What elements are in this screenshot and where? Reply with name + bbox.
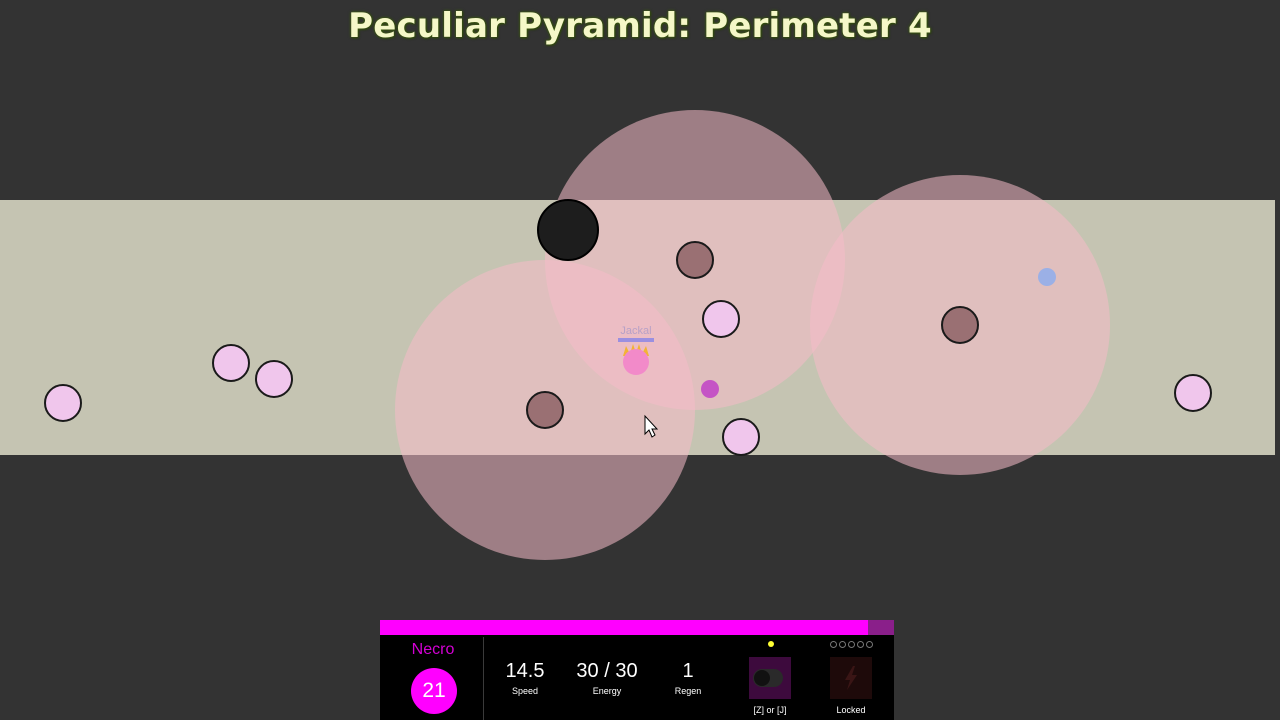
player-body <box>623 349 649 375</box>
xp-bar <box>380 620 894 635</box>
ability-slot-1[interactable] <box>749 657 791 699</box>
aura-enemy <box>526 391 564 429</box>
upgrade-dot <box>866 641 873 648</box>
ability-2-key: Locked <box>836 705 866 715</box>
aura-enemy <box>941 306 979 344</box>
enemy-ball <box>1174 374 1212 412</box>
enemy-ball <box>255 360 293 398</box>
hero-name: Necro <box>411 641 455 658</box>
ability-slot-2[interactable] <box>830 657 872 699</box>
speed-stat[interactable]: 14.5 Speed <box>484 660 566 696</box>
wall-enemy <box>537 199 599 261</box>
lightning-icon <box>845 666 857 690</box>
energy-stat[interactable]: 30 / 30 Energy <box>566 660 648 696</box>
aura-enemy <box>676 241 714 279</box>
upgrade-dot <box>768 641 774 647</box>
upgrade-dot <box>857 641 864 648</box>
regen-value: 1 <box>682 660 694 682</box>
regen-stat[interactable]: 1 Regen <box>647 660 729 696</box>
player-energy-bar <box>618 338 654 342</box>
projectile <box>1038 268 1056 286</box>
energy-label: Energy <box>592 686 622 696</box>
enemy-ball <box>722 418 760 456</box>
xp-bar-fill <box>380 620 869 635</box>
ability-1-key: [Z] or [J] <box>753 705 787 715</box>
upgrade-dot <box>848 641 855 648</box>
energy-value: 30 / 30 <box>576 660 638 682</box>
level-badge: 21 <box>411 668 457 714</box>
player-name: Jackal <box>620 325 651 337</box>
game-canvas[interactable]: Jackal <box>0 0 1280 720</box>
projectile <box>701 380 719 398</box>
enemy-ball <box>702 300 740 338</box>
upgrade-dot <box>830 641 837 648</box>
enemy-ball <box>44 384 82 422</box>
regen-label: Regen <box>674 686 702 696</box>
hero-hud: Necro 21 14.5 Speed 30 / 30 Energy 1 Reg… <box>380 620 894 720</box>
enemy-ball <box>212 344 250 382</box>
speed-label: Speed <box>511 686 539 696</box>
upgrade-dot <box>839 641 846 648</box>
toggle-icon <box>753 669 783 687</box>
speed-value: 14.5 <box>505 660 545 682</box>
